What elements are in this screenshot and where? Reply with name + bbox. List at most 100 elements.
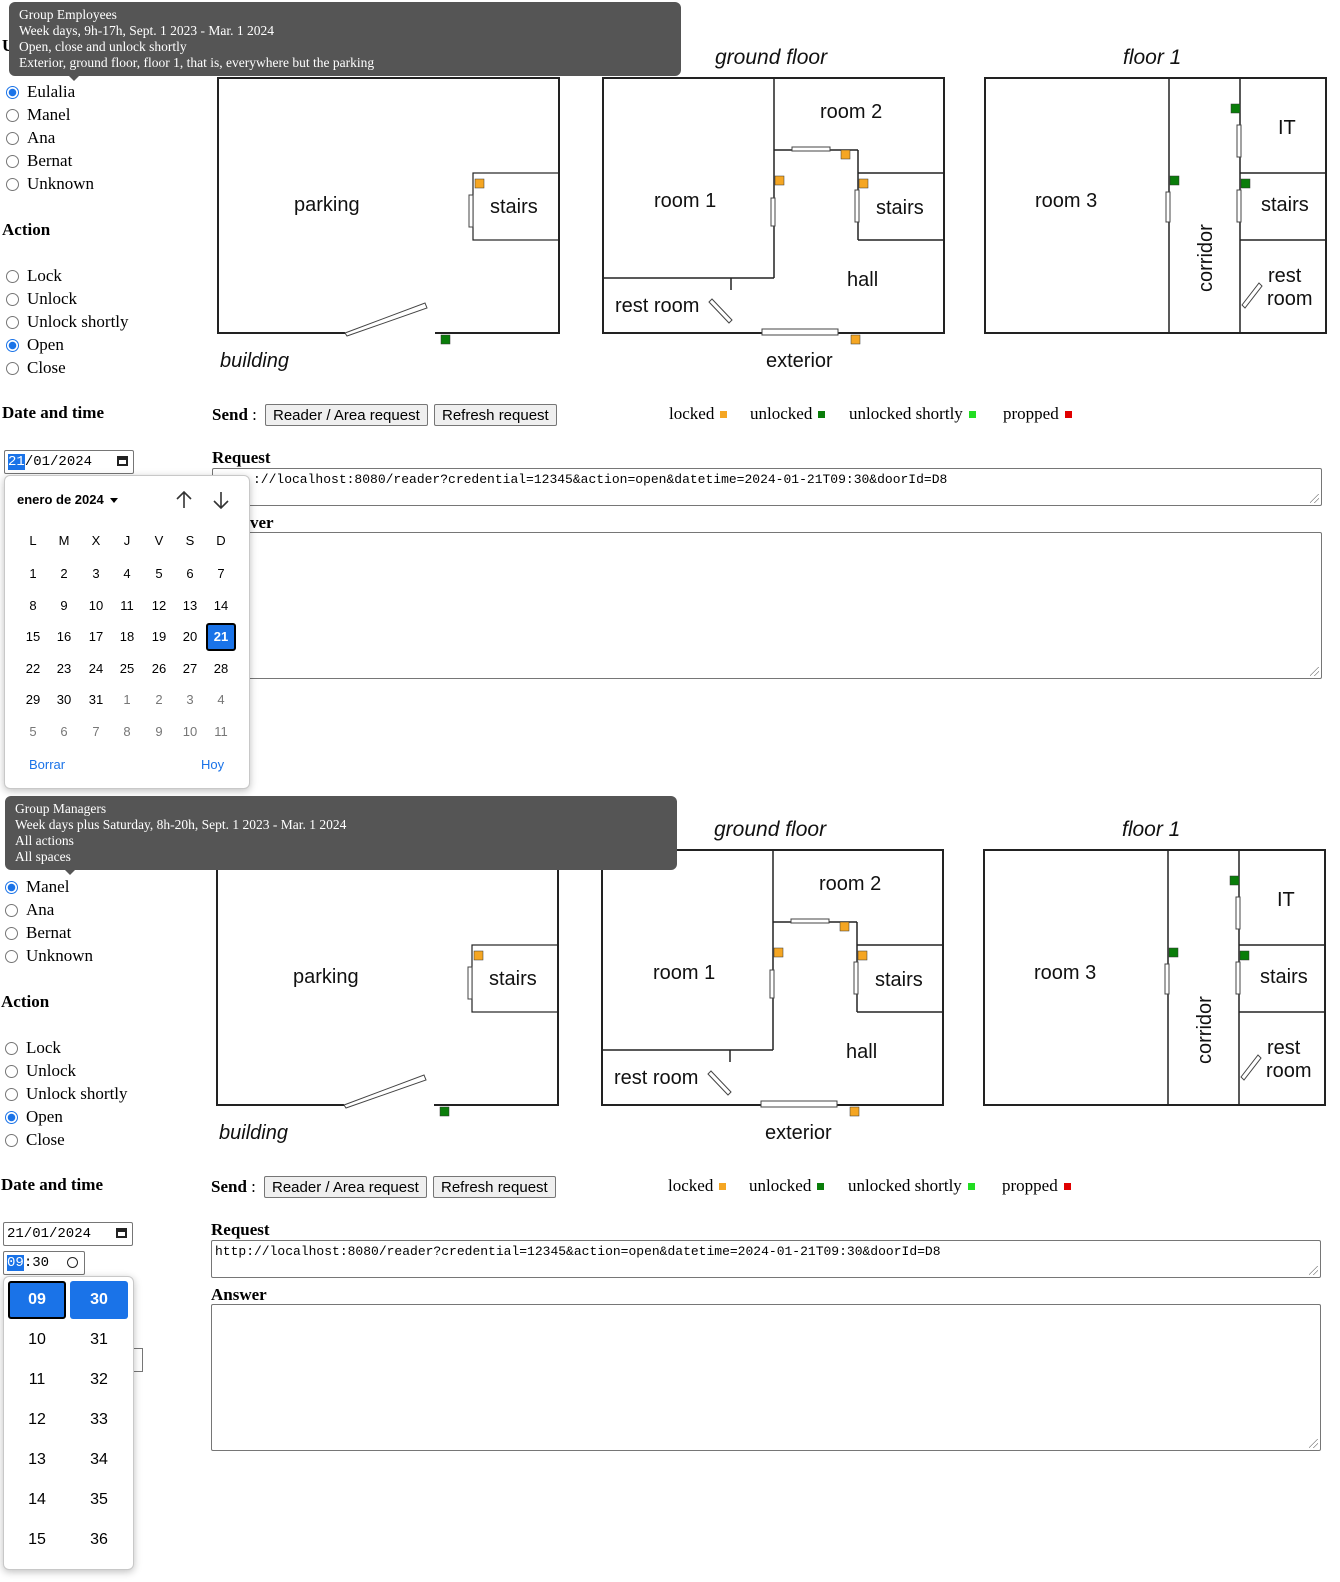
calendar-icon[interactable] xyxy=(117,456,128,466)
radio-circle[interactable] xyxy=(6,269,19,283)
radio-circle[interactable] xyxy=(6,292,19,306)
user-radio-ana[interactable]: Ana xyxy=(5,899,54,921)
calendar-day[interactable]: 1 xyxy=(18,560,48,588)
resize-grip-icon[interactable] xyxy=(1309,1266,1318,1275)
arrow-down-icon[interactable] xyxy=(212,490,230,510)
calendar-day[interactable]: 16 xyxy=(49,623,79,651)
month-selector[interactable]: enero de 2024 xyxy=(17,492,119,507)
radio-circle[interactable] xyxy=(5,1041,18,1055)
calendar-day[interactable]: 30 xyxy=(49,686,79,714)
calendar-day[interactable]: 23 xyxy=(49,655,79,683)
user-radio-bernat[interactable]: Bernat xyxy=(6,150,72,172)
radio-circle[interactable] xyxy=(6,361,19,375)
action-radio-lock[interactable]: Lock xyxy=(6,265,62,287)
calendar-day[interactable]: 3 xyxy=(175,686,205,714)
calendar-day[interactable]: 15 xyxy=(18,623,48,651)
calendar-day[interactable]: 6 xyxy=(49,718,79,746)
calendar-day[interactable]: 20 xyxy=(175,623,205,651)
calendar-day[interactable]: 9 xyxy=(49,592,79,620)
calendar-day[interactable]: 31 xyxy=(81,686,111,714)
refresh-request-button[interactable]: Refresh request xyxy=(433,1176,556,1198)
minute-option[interactable]: 33 xyxy=(70,1401,128,1439)
calendar-day[interactable]: 21 xyxy=(206,623,236,652)
calendar-day[interactable]: 10 xyxy=(81,592,111,620)
time-minute-segment[interactable]: :30 xyxy=(24,1255,49,1271)
user-radio-bernat[interactable]: Bernat xyxy=(5,922,71,944)
minute-option[interactable]: 36 xyxy=(70,1521,128,1559)
clock-icon[interactable] xyxy=(67,1257,78,1268)
today-button[interactable]: Hoy xyxy=(201,757,224,772)
radio-circle[interactable] xyxy=(6,154,19,168)
user-radio-unknown[interactable]: Unknown xyxy=(5,945,93,967)
action-radio-unlock-shortly[interactable]: Unlock shortly xyxy=(6,311,129,333)
action-radio-lock[interactable]: Lock xyxy=(5,1037,61,1059)
calendar-day[interactable]: 8 xyxy=(18,592,48,620)
calendar-day[interactable]: 26 xyxy=(144,655,174,683)
reader-area-request-button[interactable]: Reader / Area request xyxy=(265,404,428,426)
calendar-day[interactable]: 29 xyxy=(18,686,48,714)
answer-textarea[interactable] xyxy=(211,1304,1321,1451)
hour-option[interactable]: 15 xyxy=(8,1521,66,1559)
calendar-day[interactable]: 11 xyxy=(206,718,236,746)
date-input[interactable]: 21/01/2024 xyxy=(3,1222,133,1246)
radio-circle[interactable] xyxy=(6,85,19,99)
action-radio-unlock[interactable]: Unlock xyxy=(5,1060,76,1082)
resize-grip-icon[interactable] xyxy=(1310,667,1319,676)
calendar-day[interactable]: 3 xyxy=(81,560,111,588)
radio-circle[interactable] xyxy=(5,1087,18,1101)
minute-option[interactable]: 35 xyxy=(70,1481,128,1519)
calendar-day[interactable]: 25 xyxy=(112,655,142,683)
radio-circle[interactable] xyxy=(5,1110,18,1124)
radio-circle[interactable] xyxy=(6,108,19,122)
user-radio-unknown[interactable]: Unknown xyxy=(6,173,94,195)
user-radio-eulalia[interactable]: Eulalia xyxy=(6,81,75,103)
calendar-day[interactable]: 13 xyxy=(175,592,205,620)
calendar-day[interactable]: 10 xyxy=(175,718,205,746)
date-input[interactable]: 21/01/2024 xyxy=(4,450,134,474)
radio-circle[interactable] xyxy=(6,315,19,329)
hour-option[interactable]: 14 xyxy=(8,1481,66,1519)
action-radio-unlock-shortly[interactable]: Unlock shortly xyxy=(5,1083,128,1105)
time-hour-segment[interactable]: 09 xyxy=(7,1255,24,1271)
answer-textarea[interactable] xyxy=(212,532,1322,679)
resize-grip-icon[interactable] xyxy=(1309,1439,1318,1448)
calendar-day[interactable]: 12 xyxy=(144,592,174,620)
radio-circle[interactable] xyxy=(6,338,19,352)
date-day-segment[interactable]: 21 xyxy=(8,454,25,470)
calendar-day[interactable]: 6 xyxy=(175,560,205,588)
action-radio-open[interactable]: Open xyxy=(6,334,64,356)
radio-circle[interactable] xyxy=(5,926,18,940)
calendar-day[interactable]: 7 xyxy=(206,560,236,588)
reader-area-request-button[interactable]: Reader / Area request xyxy=(264,1176,427,1198)
date-rest-segment[interactable]: /01/2024 xyxy=(25,454,92,470)
calendar-day[interactable]: 28 xyxy=(206,655,236,683)
request-textarea[interactable]: ://localhost:8080/reader?credential=1234… xyxy=(212,468,1322,506)
calendar-day[interactable]: 9 xyxy=(144,718,174,746)
minute-option[interactable]: 30 xyxy=(70,1281,128,1319)
radio-circle[interactable] xyxy=(5,1133,18,1147)
calendar-day[interactable]: 18 xyxy=(112,623,142,651)
action-radio-open[interactable]: Open xyxy=(5,1106,63,1128)
radio-circle[interactable] xyxy=(6,131,19,145)
date-value[interactable]: 21/01/2024 xyxy=(7,1226,91,1242)
calendar-day[interactable]: 1 xyxy=(112,686,142,714)
calendar-day[interactable]: 22 xyxy=(18,655,48,683)
resize-grip-icon[interactable] xyxy=(1310,494,1319,503)
calendar-day[interactable]: 24 xyxy=(81,655,111,683)
radio-circle[interactable] xyxy=(5,903,18,917)
calendar-day[interactable]: 14 xyxy=(206,592,236,620)
calendar-day[interactable]: 11 xyxy=(112,592,142,620)
calendar-day[interactable]: 8 xyxy=(112,718,142,746)
refresh-request-button[interactable]: Refresh request xyxy=(434,404,557,426)
radio-circle[interactable] xyxy=(6,177,19,191)
hour-option[interactable]: 09 xyxy=(8,1281,66,1319)
action-radio-close[interactable]: Close xyxy=(6,357,66,379)
calendar-day[interactable]: 5 xyxy=(18,718,48,746)
minute-option[interactable]: 34 xyxy=(70,1441,128,1479)
minute-option[interactable]: 31 xyxy=(70,1321,128,1359)
radio-circle[interactable] xyxy=(5,880,18,894)
user-radio-manel[interactable]: Manel xyxy=(5,876,69,898)
calendar-day[interactable]: 4 xyxy=(112,560,142,588)
calendar-day[interactable]: 7 xyxy=(81,718,111,746)
calendar-day[interactable]: 19 xyxy=(144,623,174,651)
